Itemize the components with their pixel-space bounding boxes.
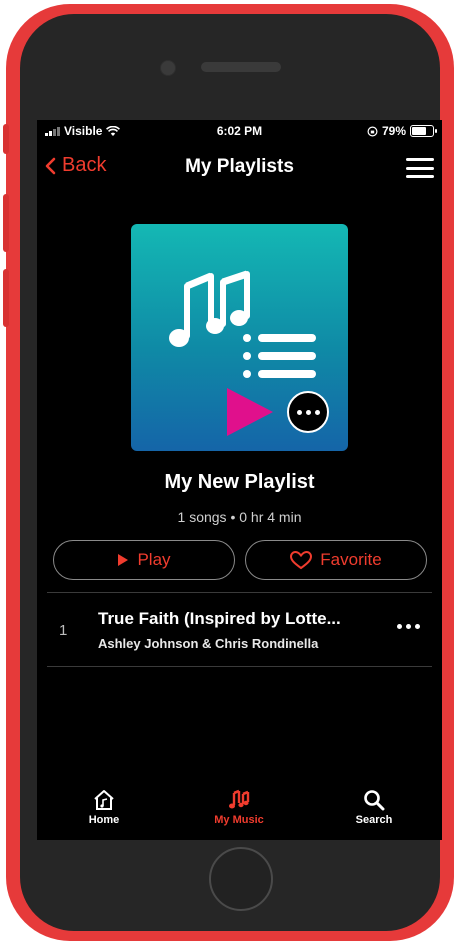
play-button[interactable]: Play: [53, 540, 235, 580]
app-screen: Visible 6:02 PM 79% Back My Playlists My…: [37, 120, 442, 840]
track-more-options-icon[interactable]: [397, 624, 420, 629]
favorite-label: Favorite: [320, 550, 382, 569]
track-row[interactable]: 1 True Faith (Inspired by Lotte... Ashle…: [37, 594, 442, 664]
mute-switch: [3, 124, 9, 154]
hamburger-menu-icon[interactable]: [406, 158, 434, 178]
earpiece-speaker: [201, 62, 281, 72]
track-number: 1: [59, 622, 68, 639]
home-music-icon: [94, 790, 114, 810]
divider: [47, 592, 432, 593]
volume-up-button: [3, 194, 9, 252]
battery-percent: 79%: [381, 124, 406, 138]
track-artist: Ashley Johnson & Chris Rondinella: [98, 636, 319, 651]
tab-my-music[interactable]: My Music: [194, 788, 284, 826]
heart-icon: [290, 550, 313, 569]
tab-my-music-label: My Music: [214, 814, 264, 826]
tab-search[interactable]: Search: [329, 788, 419, 826]
tab-bar: Home My Music Search: [37, 788, 442, 840]
volume-down-button: [3, 269, 9, 327]
music-notes-icon: [229, 789, 250, 809]
playlist-more-options-button[interactable]: [287, 391, 329, 433]
divider: [47, 666, 432, 667]
tutorial-pointer-arrow: [227, 388, 273, 436]
tab-search-label: Search: [355, 814, 393, 826]
home-button[interactable]: [209, 847, 273, 911]
playlist-meta: 1 songs • 0 hr 4 min: [177, 509, 302, 525]
play-icon: [118, 554, 129, 566]
play-label: Play: [137, 550, 171, 569]
front-camera: [160, 60, 176, 76]
orientation-lock-icon: [367, 125, 378, 137]
page-title: My Playlists: [185, 156, 294, 177]
playlist-name: My New Playlist: [164, 471, 315, 493]
tab-home-label: Home: [88, 814, 120, 826]
navigation-bar: Back My Playlists: [37, 148, 442, 188]
tab-home[interactable]: Home: [59, 788, 149, 826]
search-icon: [364, 790, 385, 811]
status-bar: Visible 6:02 PM 79%: [37, 120, 442, 142]
favorite-button[interactable]: Favorite: [245, 540, 427, 580]
track-title: True Faith (Inspired by Lotte...: [98, 609, 341, 628]
battery-icon: [410, 125, 437, 137]
